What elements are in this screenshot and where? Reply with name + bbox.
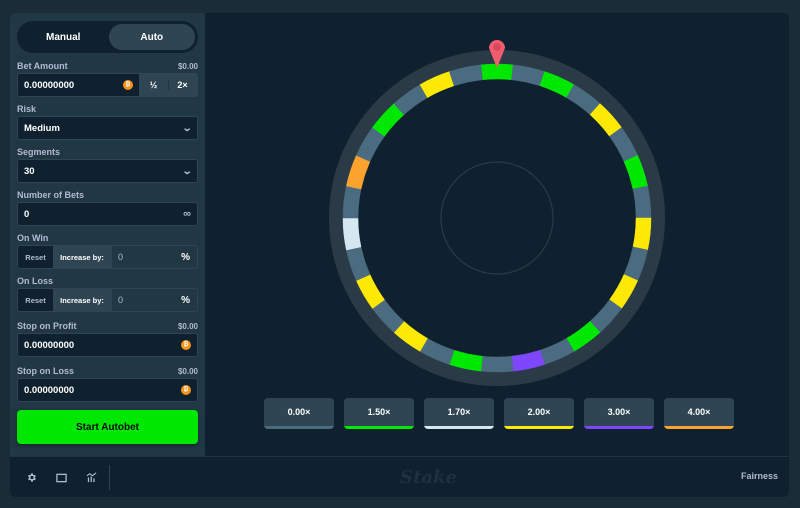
stop-on-loss-field: 0.00000000 ₿ xyxy=(17,378,198,402)
on-win-label: On Win xyxy=(17,233,49,243)
number-of-bets-input[interactable]: 0 ∞ xyxy=(18,203,197,225)
on-loss-label: On Loss xyxy=(17,276,54,286)
number-of-bets-field: 0 ∞ xyxy=(17,202,198,226)
bet-amount-input[interactable]: 0.00000000 ₿ xyxy=(18,74,139,96)
bitcoin-icon: ₿ xyxy=(181,385,191,395)
multiplier-chip[interactable]: 1.50× xyxy=(344,398,414,429)
multiplier-label: 4.00× xyxy=(687,407,711,417)
number-of-bets-label: Number of Bets xyxy=(17,190,85,200)
bet-sidebar: Manual Auto Bet Amount $0.00 0.00000000 … xyxy=(10,13,205,456)
mode-toggle: Manual Auto xyxy=(17,21,198,53)
segments-label: Segments xyxy=(17,147,61,157)
start-autobet-button[interactable]: Start Autobet xyxy=(17,410,198,444)
stop-on-profit-field: 0.00000000 ₿ xyxy=(17,333,198,357)
multiplier-color-bar xyxy=(264,426,334,429)
stats-icon[interactable] xyxy=(84,471,98,485)
fairness-link[interactable]: Fairness xyxy=(741,471,778,481)
bet-amount-usd: $0.00 xyxy=(177,62,198,71)
multiplier-chip[interactable]: 0.00× xyxy=(264,398,334,429)
on-win-percent-input[interactable]: 0 % xyxy=(111,246,197,268)
multiplier-color-bar xyxy=(664,426,734,429)
stop-on-profit-value: 0.00000000 xyxy=(24,339,75,351)
multiplier-label: 3.00× xyxy=(607,407,631,417)
stop-on-profit-usd: $0.00 xyxy=(177,322,198,331)
bitcoin-icon: ₿ xyxy=(123,80,133,90)
on-win-value: 0 xyxy=(118,252,124,262)
stop-on-loss-label: Stop on Loss xyxy=(17,366,74,376)
infinity-icon[interactable]: ∞ xyxy=(183,208,191,220)
multiplier-label: 2.00× xyxy=(527,407,551,417)
multiplier-chip[interactable]: 4.00× xyxy=(664,398,734,429)
stop-on-loss-input[interactable]: 0.00000000 ₿ xyxy=(18,379,197,401)
multiplier-color-bar xyxy=(344,426,414,429)
stop-on-loss-usd: $0.00 xyxy=(177,367,198,376)
stop-on-profit-input[interactable]: 0.00000000 ₿ xyxy=(18,334,197,356)
stop-on-loss-value: 0.00000000 xyxy=(24,384,75,396)
footer-divider xyxy=(109,465,110,490)
segments-value: 30 xyxy=(24,165,35,177)
multiplier-label: 0.00× xyxy=(287,407,311,417)
multiplier-chip[interactable]: 1.70× xyxy=(424,398,494,429)
risk-value: Medium xyxy=(24,122,60,134)
gear-icon[interactable] xyxy=(24,471,38,485)
risk-label: Risk xyxy=(17,104,37,114)
on-win-reset-button[interactable]: Reset xyxy=(18,246,53,268)
chevron-down-icon: ⌄ xyxy=(181,165,193,177)
half-button[interactable]: ½ xyxy=(139,74,168,96)
segments-select[interactable]: 30 ⌄ xyxy=(17,159,198,183)
multiplier-color-bar xyxy=(504,426,574,429)
bet-amount-field: 0.00000000 ₿ ½ 2× xyxy=(17,73,198,97)
number-of-bets-value: 0 xyxy=(24,208,30,220)
stop-on-profit-label: Stop on Profit xyxy=(17,321,77,331)
on-win-control: Reset Increase by: 0 % xyxy=(17,245,198,269)
bet-amount-label: Bet Amount xyxy=(17,61,68,71)
on-loss-increase-button[interactable]: Increase by: xyxy=(53,289,111,311)
stake-logo: Stake xyxy=(400,467,457,488)
multiplier-legend: 0.00× 1.50× 1.70× 2.00× 3.00× 4.00× xyxy=(264,398,734,429)
multiplier-label: 1.50× xyxy=(367,407,391,417)
game-footer: Stake Fairness xyxy=(10,456,789,497)
theatre-mode-icon[interactable] xyxy=(54,471,68,485)
on-loss-reset-button[interactable]: Reset xyxy=(18,289,53,311)
double-button[interactable]: 2× xyxy=(168,74,197,96)
chevron-down-icon: ⌄ xyxy=(181,122,193,134)
tab-manual[interactable]: Manual xyxy=(20,24,107,50)
multiplier-chip[interactable]: 3.00× xyxy=(584,398,654,429)
on-loss-control: Reset Increase by: 0 % xyxy=(17,288,198,312)
bet-amount-value: 0.00000000 xyxy=(24,79,75,91)
tab-auto[interactable]: Auto xyxy=(108,24,195,50)
multiplier-label: 1.70× xyxy=(447,407,471,417)
multiplier-color-bar xyxy=(584,426,654,429)
multiplier-color-bar xyxy=(424,426,494,429)
risk-select[interactable]: Medium ⌄ xyxy=(17,116,198,140)
bitcoin-icon: ₿ xyxy=(181,340,191,350)
on-loss-value: 0 xyxy=(118,295,124,305)
on-win-increase-button[interactable]: Increase by: xyxy=(53,246,111,268)
percent-icon: % xyxy=(181,251,190,263)
on-loss-percent-input[interactable]: 0 % xyxy=(111,289,197,311)
percent-icon: % xyxy=(181,294,190,306)
multiplier-chip[interactable]: 2.00× xyxy=(504,398,574,429)
